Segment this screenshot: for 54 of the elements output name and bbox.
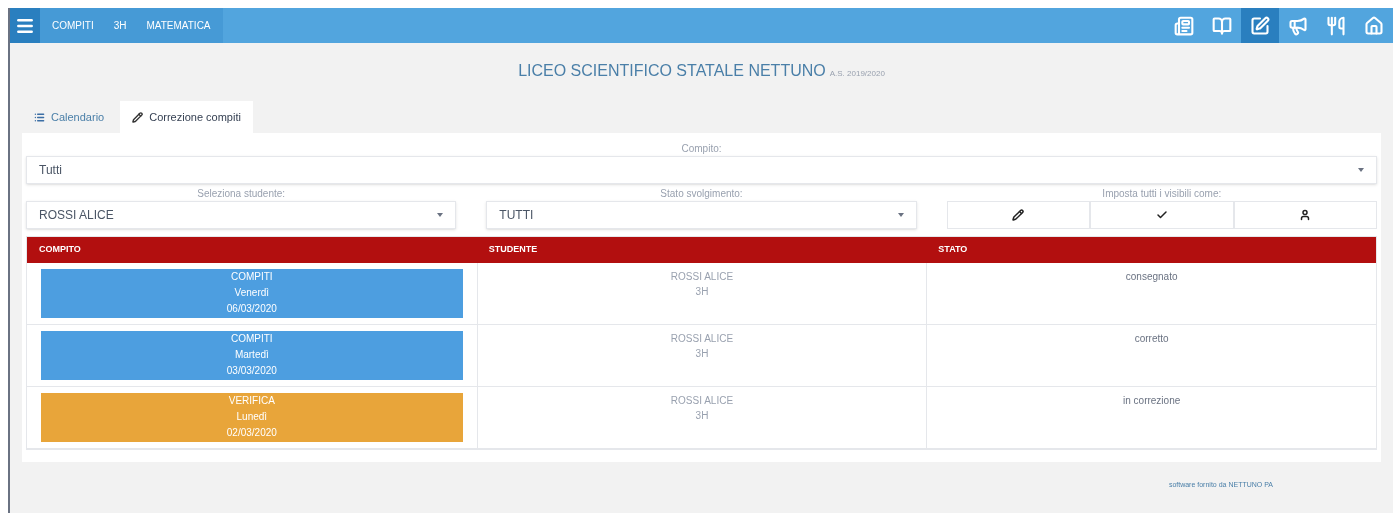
task-day: Martedì — [234, 347, 269, 363]
check-icon — [1155, 209, 1168, 221]
menu-button[interactable] — [10, 8, 40, 43]
task-card[interactable]: COMPITI Martedì 03/03/2020 — [41, 331, 463, 380]
student-class: 3H — [695, 347, 709, 361]
toolbar-button[interactable] — [1241, 8, 1279, 43]
status-text: corretto — [1134, 332, 1169, 346]
field-label: Stato svolgimento: — [659, 187, 744, 201]
column-header: COMPITO — [38, 243, 82, 257]
task-day: Lunedì — [236, 409, 268, 425]
student-select[interactable]: ROSSI ALICE — [26, 201, 457, 229]
task-type: VERIFICA — [228, 394, 275, 408]
student-name: ROSSI ALICE — [670, 394, 734, 408]
task-select[interactable]: Tutti — [26, 156, 1377, 184]
user-icon — [1299, 209, 1312, 221]
student-name: ROSSI ALICE — [670, 332, 734, 346]
caret-icon — [437, 213, 444, 217]
status-select[interactable]: TUTTI — [486, 201, 917, 229]
breadcrumb-link[interactable]: MATEMATICA — [142, 18, 215, 33]
task-type: COMPITI — [231, 332, 273, 346]
column-header: STATO — [937, 243, 969, 257]
megaphone-icon — [1288, 15, 1308, 36]
utensils-icon — [1326, 15, 1346, 36]
breadcrumb-link[interactable]: 3H — [109, 18, 131, 33]
task-card[interactable]: VERIFICA Lunedì 02/03/2020 — [41, 393, 463, 442]
field-label: Imposta tutti i visibili come: — [1101, 187, 1223, 201]
field-label: Compito: — [680, 142, 723, 156]
tab[interactable]: Correzione compiti — [120, 101, 253, 133]
status-text: in correzione — [1123, 394, 1181, 408]
student-class: 3H — [695, 409, 709, 423]
caret-icon — [1358, 168, 1364, 172]
task-type: COMPITI — [231, 270, 273, 284]
tab[interactable]: Calendario — [22, 101, 117, 133]
pencil-icon — [132, 111, 144, 123]
newspaper-icon — [1174, 15, 1194, 36]
book-icon — [1212, 15, 1232, 36]
pencil-icon — [1012, 209, 1025, 221]
student-name: ROSSI ALICE — [670, 270, 734, 284]
task-day: Venerdì — [234, 285, 270, 301]
edit-icon — [1250, 15, 1270, 36]
task-date: 02/03/2020 — [226, 426, 277, 440]
task-date: 03/03/2020 — [226, 364, 277, 378]
list-icon — [34, 111, 45, 123]
caret-icon — [897, 213, 904, 217]
status-text: consegnato — [1125, 270, 1178, 284]
school-title: LICEO SCIENTIFICO STATALE NETTUNO — [518, 61, 826, 81]
home-icon — [1364, 15, 1384, 36]
field-label: Seleziona studente: — [196, 187, 287, 201]
column-header: STUDENTE — [487, 243, 539, 257]
student-class: 3H — [695, 285, 709, 299]
school-year: A.S. 2019/2020 — [829, 68, 885, 80]
breadcrumb-link[interactable]: COMPITI — [48, 18, 98, 33]
task-card[interactable]: COMPITI Venerdì 06/03/2020 — [41, 269, 463, 318]
task-date: 06/03/2020 — [226, 302, 277, 316]
